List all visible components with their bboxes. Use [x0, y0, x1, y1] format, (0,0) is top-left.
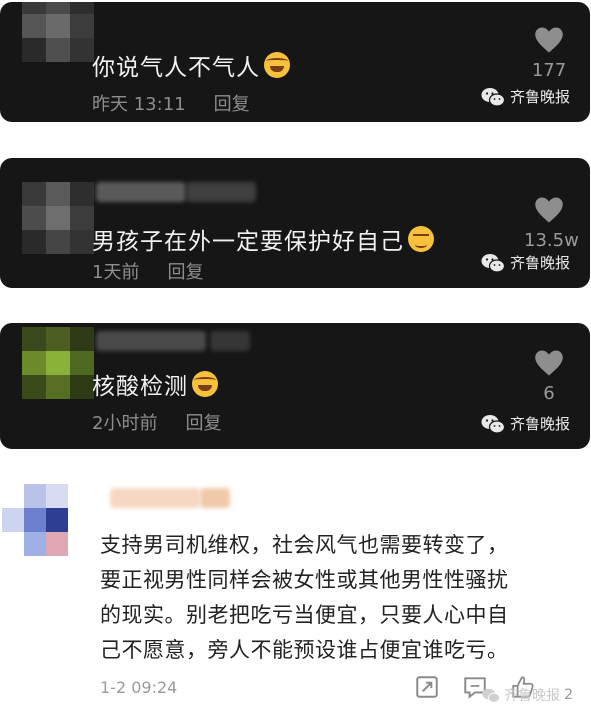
blurred-username [110, 488, 200, 508]
comment-text: 男孩子在外一定要保护好自己 [92, 222, 434, 256]
comment-meta: 昨天 13:11 回复 [92, 90, 250, 116]
like-count: 2 [564, 687, 573, 703]
comment-time: 1-2 09:24 [100, 678, 178, 697]
comment-time: 1天前 [92, 262, 140, 283]
comment-card: 你说气人不气人 昨天 13:11 回复 177 齐鲁晚报 [0, 2, 590, 122]
reply-button[interactable]: 回复 [214, 94, 250, 115]
highlight-comment-card: 支持男司机维权，社会风气也需要转变了， 要正视男性同样会被女性或其他男性性骚扰 … [0, 478, 591, 714]
reply-button[interactable]: 回复 [167, 262, 203, 283]
share-icon[interactable] [414, 674, 440, 700]
wechat-icon [481, 414, 505, 434]
laughing-face-icon [192, 371, 218, 397]
avatar[interactable] [22, 2, 94, 62]
heart-icon [535, 27, 563, 53]
heart-icon [535, 197, 563, 223]
watermark: 齐鲁晚报 2 [482, 685, 573, 705]
watermark: 齐鲁晚报 [481, 86, 570, 107]
watermark: 齐鲁晚报 [481, 413, 570, 434]
comment-meta: 2小时前 回复 [92, 409, 221, 435]
blurred-username [186, 182, 256, 202]
avatar[interactable] [2, 484, 68, 556]
comment-card: 男孩子在外一定要保护好自己 1天前 回复 13.5w 齐鲁晚报 [0, 158, 590, 288]
blurred-username [96, 331, 206, 351]
like-button[interactable]: 177 [524, 26, 574, 81]
comment-meta: 1天前 回复 [92, 258, 203, 284]
like-count: 6 [543, 383, 555, 404]
comment-time: 昨天 13:11 [92, 94, 186, 115]
blurred-username [200, 488, 230, 508]
blurred-username [210, 331, 250, 351]
comment-card: 核酸检测 2小时前 回复 6 齐鲁晚报 [0, 323, 590, 449]
comment-text: 支持男司机维权，社会风气也需要转变了， 要正视男性同样会被女性或其他男性性骚扰 … [100, 533, 509, 662]
smirking-face-icon [408, 226, 434, 252]
like-count: 177 [531, 60, 567, 81]
wechat-icon [481, 253, 505, 273]
heart-icon [535, 350, 563, 376]
watermark: 齐鲁晚报 [481, 252, 570, 273]
reply-button[interactable]: 回复 [185, 413, 221, 434]
wechat-icon [481, 87, 505, 107]
like-button[interactable]: 6 [524, 349, 574, 404]
laughing-face-icon [264, 52, 290, 78]
comment-time: 2小时前 [92, 413, 158, 434]
avatar[interactable] [22, 182, 94, 254]
like-count: 13.5w [524, 230, 579, 251]
comment-text: 核酸检测 [92, 367, 218, 401]
like-button[interactable]: 13.5w [524, 196, 579, 251]
blurred-username [96, 182, 186, 202]
comment-text: 你说气人不气人 [92, 48, 290, 82]
avatar[interactable] [22, 327, 94, 399]
wechat-icon [482, 688, 501, 703]
